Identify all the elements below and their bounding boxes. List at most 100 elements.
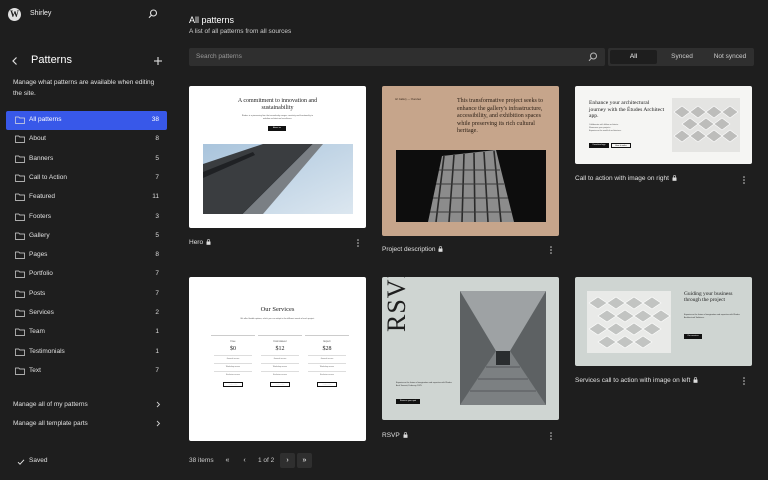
pattern-title-label: Project description [382,246,436,253]
preview-heading: Our Services [260,306,295,313]
sidebar-item-label: Featured [29,193,56,201]
folder-icon [15,251,25,259]
pattern-title-rsvp[interactable]: RSVP [382,432,408,439]
staircase-image [460,291,546,405]
sidebar-item-portfolio[interactable]: Portfolio 7 [6,265,167,284]
filter-not-synced[interactable]: Not synced [706,50,754,64]
page-description: A list of all patterns from all sources [189,28,292,35]
sidebar-item-pages[interactable]: Pages 8 [6,246,167,265]
more-vertical-icon[interactable] [741,376,747,386]
manage-patterns-link[interactable]: Manage all of my patterns [6,397,167,413]
more-vertical-icon[interactable] [548,431,554,441]
sidebar-item-featured[interactable]: Featured 11 [6,188,167,207]
preview-button: Reserve your spot [396,399,420,404]
sidebar: W Shirley Patterns Manage what patterns … [0,0,174,480]
sidebar-item-label: Posts [29,289,46,297]
pricing-tier: Free $0 General access Workshop access Exclu… [211,335,255,413]
sidebar-item-count: 1 [155,347,159,355]
preview-button: Our services [684,334,702,339]
sidebar-item-count: 7 [155,289,159,297]
manage-link-label: Manage all template parts [13,420,88,427]
preview-button: About us [268,126,286,131]
sidebar-item-footers[interactable]: Footers 3 [6,208,167,227]
pattern-title-label: Services call to action with image on le… [575,377,691,384]
sidebar-item-count: 5 [155,154,159,162]
folder-icon [15,193,25,202]
sidebar-item-gallery[interactable]: Gallery 5 [6,227,167,246]
preview-button: How it works [611,143,631,148]
next-page-button[interactable]: › [280,453,295,468]
tier-feature: Exclusive access [214,371,252,376]
plus-icon[interactable] [152,55,164,67]
sidebar-item-count: 8 [155,251,159,259]
sidebar-item-about[interactable]: About 8 [6,130,167,149]
pattern-preview-rsvp[interactable]: RSVP Experience the fusion of imaginatio… [382,277,559,420]
chevron-right-icon [156,401,161,408]
wordpress-logo-icon[interactable]: W [8,8,21,21]
tier-feature: Exclusive access [308,371,346,376]
preview-heading: Guiding your business through the projec… [684,291,733,304]
sidebar-item-call-to-action[interactable]: Call to Action 7 [6,169,167,188]
sidebar-item-label: Services [29,309,54,316]
sidebar-item-label: Testimonials [29,347,65,355]
sidebar-item-text[interactable]: Text 7 [6,362,167,381]
filter-all[interactable]: All [610,50,657,64]
pattern-preview-services-cta-image-left[interactable]: Guiding your business through the projec… [575,277,752,366]
site-name[interactable]: Shirley [30,10,51,17]
sidebar-item-services[interactable]: Services 2 [6,304,167,323]
tier-feature: Workshop access [308,363,346,368]
sidebar-item-team[interactable]: Team 1 [6,323,167,342]
app: W Shirley Patterns Manage what patterns … [0,0,768,480]
sidebar-item-testimonials[interactable]: Testimonials 1 [6,343,167,362]
pattern-title-label: Hero [189,239,204,246]
lock-icon [672,175,677,181]
tier-name: Connoisseur [273,340,287,343]
more-vertical-icon[interactable] [548,245,554,255]
building-image [203,144,353,214]
folder-icon [15,367,25,375]
page-title: All patterns [189,15,235,25]
sidebar-item-label: Banners [29,154,54,162]
pricing-tier: Connoisseur $12 General access Workshop acc… [258,335,302,413]
manage-link-label: Manage all of my patterns [13,401,88,408]
sidebar-item-label: Call to Action [29,173,67,181]
pattern-title-services-cta-image-left[interactable]: Services call to action with image on le… [575,377,698,384]
previous-page-button[interactable]: ‹ [237,453,252,468]
pattern-title-hero[interactable]: Hero [189,239,211,246]
geometric-facade-image [587,291,671,353]
preview-text: This transformative project seeks to enh… [457,98,543,135]
search-input[interactable]: Search patterns [189,48,605,66]
search-placeholder: Search patterns [196,53,242,60]
sidebar-item-all-patterns[interactable]: All patterns 38 [6,111,167,130]
tier-feature: General access [308,355,346,360]
geometric-facade-image [672,98,740,152]
last-page-button[interactable]: » [297,453,312,468]
sidebar-item-count: 38 [151,116,159,123]
sidebar-item-posts[interactable]: Posts 7 [6,285,167,304]
more-vertical-icon[interactable] [741,175,747,185]
preview-bullet: Experience the world of architecture. [589,130,622,133]
pattern-preview-hero[interactable]: A commitment to innovation and sustainab… [189,86,366,228]
tier-name: Free [230,340,236,343]
pattern-preview-project-description[interactable]: Art Gallery — Overview This transformati… [382,86,559,236]
manage-template-parts-link[interactable]: Manage all template parts [6,416,167,432]
folder-icon [15,213,25,221]
folder-icon [15,309,25,317]
filter-synced[interactable]: Synced [658,50,706,64]
tier-feature: Exclusive access [261,371,299,376]
search-icon[interactable] [148,9,158,19]
pattern-title-cta-image-right[interactable]: Call to action with image on right [575,175,677,182]
pattern-preview-services[interactable]: Our Services We offer flexible options, … [189,277,366,441]
pattern-title-label: Call to action with image on right [575,175,669,182]
tier-feature: Workshop access [261,363,299,368]
sidebar-item-banners[interactable]: Banners 5 [6,150,167,169]
chevron-right-icon [156,420,161,427]
chevron-left-icon[interactable] [9,55,21,67]
first-page-button[interactable]: « [220,453,235,468]
pattern-title-project-description[interactable]: Project description [382,246,443,253]
pattern-preview-cta-image-right[interactable]: Enhance your architectural journey with … [575,86,752,164]
more-vertical-icon[interactable] [355,238,361,248]
sidebar-item-label: Gallery [29,231,50,239]
tier-button: Subscribe [270,382,290,387]
item-count: 38 items [189,457,214,464]
